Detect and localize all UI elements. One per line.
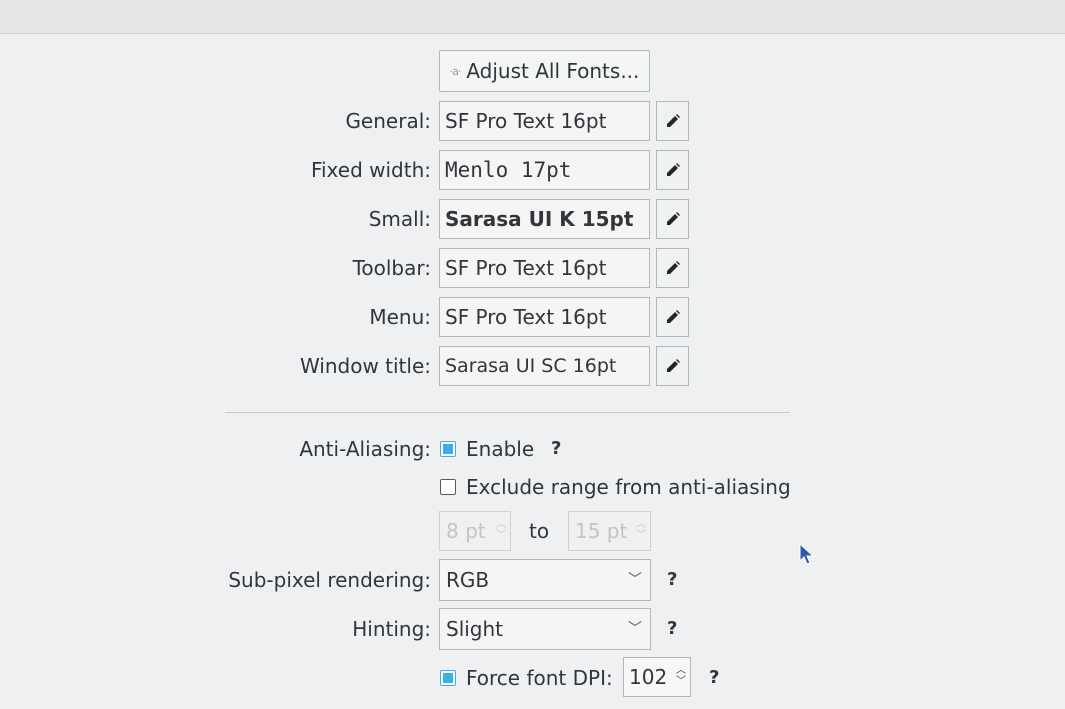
chevron-down-icon: ﹀ (628, 621, 642, 637)
pencil-icon (666, 212, 680, 225)
hinting-help-button[interactable]: ? (667, 617, 677, 641)
pencil-icon (666, 359, 680, 372)
adjust-all-fonts-label: Adjust All Fonts... (466, 59, 640, 83)
general-label: General: (345, 109, 431, 133)
hinting-value: Slight (446, 617, 504, 641)
range-to-spinbox: 15 pt ︿ ﹀ (568, 511, 651, 551)
window-title-label: Window title: (299, 354, 431, 378)
range-from-value: 8 pt (446, 519, 486, 543)
force-dpi-label[interactable]: Force font DPI: (466, 666, 613, 690)
range-from-spinbox: 8 pt ︿ ﹀ (439, 511, 511, 551)
window-title-edit-button[interactable] (656, 346, 689, 386)
range-to-value: 15 pt (575, 519, 628, 543)
force-dpi-help-button[interactable]: ? (709, 666, 719, 690)
range-to-label: to (529, 519, 550, 543)
spin-arrows-icon: ︿ ﹀ (496, 519, 506, 541)
small-edit-button[interactable] (656, 199, 689, 239)
small-font-field: Sarasa UI K 15pt (439, 199, 650, 239)
subpixel-combobox[interactable]: RGB ﹀ (439, 559, 651, 601)
anti-aliasing-enable-checkbox[interactable] (440, 441, 456, 457)
anti-aliasing-enable-label[interactable]: Enable (466, 437, 534, 461)
toolbar-label: Toolbar: (352, 256, 431, 280)
hinting-label: Hinting: (352, 617, 431, 641)
subpixel-help-button[interactable]: ? (667, 568, 677, 592)
anti-aliasing-help-button[interactable]: ? (551, 437, 561, 461)
small-label: Small: (368, 207, 431, 231)
menu-label: Menu: (369, 305, 431, 329)
spin-arrows-icon: ︿ ﹀ (676, 665, 686, 687)
anti-aliasing-label: Anti-Aliasing: (299, 437, 431, 461)
force-dpi-spinbox[interactable]: 102 ︿ ﹀ (623, 657, 691, 697)
fixed-width-label: Fixed width: (310, 158, 431, 182)
fixed-width-font-field: Menlo 17pt (439, 150, 650, 190)
general-font-field: SF Pro Text 16pt (439, 101, 650, 141)
font-icon: ·a· (449, 64, 462, 78)
subpixel-value: RGB (446, 568, 490, 592)
subpixel-label: Sub-pixel rendering: (228, 568, 431, 592)
fixed-width-edit-button[interactable] (656, 150, 689, 190)
mouse-cursor-icon (799, 543, 815, 565)
window-title-font-field: Sarasa UI SC 16pt (439, 346, 650, 386)
section-divider (225, 412, 790, 413)
menu-edit-button[interactable] (656, 297, 689, 337)
pencil-icon (666, 114, 680, 127)
menu-font-field: SF Pro Text 16pt (439, 297, 650, 337)
exclude-range-checkbox[interactable] (440, 479, 456, 495)
toolbar-font-field: SF Pro Text 16pt (439, 248, 650, 288)
general-edit-button[interactable] (656, 101, 689, 141)
chevron-down-icon: ﹀ (628, 572, 642, 588)
toolbar-edit-button[interactable] (656, 248, 689, 288)
pencil-icon (666, 163, 680, 176)
force-dpi-value: 102 (629, 665, 668, 689)
top-toolbar (0, 0, 1065, 34)
exclude-range-label[interactable]: Exclude range from anti-aliasing (466, 475, 791, 499)
force-dpi-checkbox[interactable] (440, 670, 456, 686)
adjust-all-fonts-button[interactable]: ·a· Adjust All Fonts... (439, 50, 650, 92)
hinting-combobox[interactable]: Slight ﹀ (439, 608, 651, 650)
pencil-icon (666, 261, 680, 274)
pencil-icon (666, 310, 680, 323)
spin-arrows-icon: ︿ ﹀ (636, 519, 646, 541)
